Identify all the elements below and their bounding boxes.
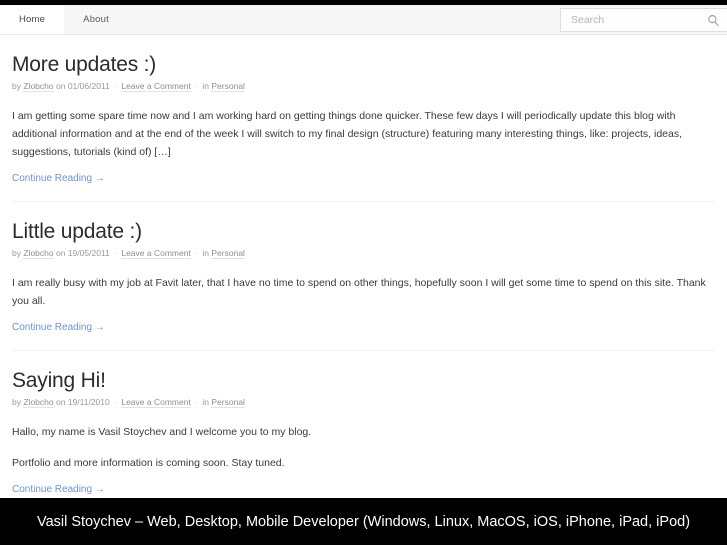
site-footer: Vasil Stoychev – Web, Desktop, Mobile De… <box>0 498 727 545</box>
search-icon[interactable] <box>706 13 720 27</box>
search-box[interactable] <box>560 8 727 32</box>
post-category-link[interactable]: Personal <box>211 397 245 409</box>
post-category-link[interactable]: Personal <box>211 81 245 93</box>
meta-separator: · <box>195 397 199 408</box>
post-date: 19/11/2010 <box>67 397 110 408</box>
post-comments-link[interactable]: Leave a Comment <box>121 397 191 409</box>
post-date: 19/05/2011 <box>67 248 110 259</box>
post-category-link[interactable]: Personal <box>211 248 245 260</box>
nav-item-home-label: Home <box>19 14 46 25</box>
post-title[interactable]: More updates :) <box>12 53 715 77</box>
nav-item-about-label: About <box>83 14 109 25</box>
post-comments-link[interactable]: Leave a Comment <box>121 81 191 93</box>
post-meta-by-label: by <box>12 81 21 92</box>
post-meta: by Zlobcho on 01/06/2011 · Leave a Comme… <box>12 81 715 93</box>
post-title[interactable]: Saying Hi! <box>12 369 715 393</box>
post-meta-on-label: on <box>55 81 66 92</box>
continue-reading-link[interactable]: Continue Reading → <box>12 484 105 495</box>
post-meta-in-label: in <box>202 248 210 259</box>
nav-item-about[interactable]: About <box>64 5 128 34</box>
site-header: Home About <box>0 5 727 35</box>
post-meta-by-label: by <box>12 248 21 259</box>
post-body: I am really busy with my job at Favit la… <box>12 274 715 310</box>
post-body: Hallo, my name is Vasil Stoychev and I w… <box>12 423 715 472</box>
post-title[interactable]: Little update :) <box>12 220 715 244</box>
meta-separator: · <box>195 248 199 259</box>
meta-separator: · <box>114 397 117 408</box>
footer-credit-text: Vasil Stoychev – Web, Desktop, Mobile De… <box>36 513 691 530</box>
post-author-link[interactable]: Zlobcho <box>23 248 54 260</box>
continue-reading-link[interactable]: Continue Reading → <box>12 322 105 333</box>
post-paragraph: Hallo, my name is Vasil Stoychev and I w… <box>12 426 312 439</box>
post-comments-link[interactable]: Leave a Comment <box>121 248 191 260</box>
post-item: More updates :) by Zlobcho on 01/06/2011… <box>12 35 715 203</box>
meta-separator: · <box>114 81 117 92</box>
main-navigation: Home About <box>0 5 128 34</box>
post-body: I am getting some spare time now and I a… <box>12 107 715 161</box>
post-list: More updates :) by Zlobcho on 01/06/2011… <box>0 35 727 514</box>
post-meta-in-label: in <box>202 81 210 92</box>
post-date: 01/06/2011 <box>67 81 110 92</box>
post-meta: by Zlobcho on 19/11/2010 · Leave a Comme… <box>12 397 715 409</box>
post-item: Saying Hi! by Zlobcho on 19/11/2010 · Le… <box>12 351 715 514</box>
post-meta-on-label: on <box>55 248 66 259</box>
post-paragraph: Portfolio and more information is coming… <box>12 457 285 470</box>
search-container <box>560 8 727 32</box>
post-paragraph: I am really busy with my job at Favit la… <box>12 277 706 308</box>
nav-item-home[interactable]: Home <box>0 5 65 34</box>
search-input[interactable] <box>571 9 706 31</box>
post-paragraph: I am getting some spare time now and I a… <box>12 110 683 159</box>
post-item: Little update :) by Zlobcho on 19/05/201… <box>12 202 715 352</box>
post-meta-on-label: on <box>55 397 66 408</box>
post-author-link[interactable]: Zlobcho <box>23 81 54 93</box>
post-meta-in-label: in <box>202 397 210 408</box>
post-author-link[interactable]: Zlobcho <box>23 397 54 409</box>
meta-separator: · <box>114 248 117 259</box>
post-meta-by-label: by <box>12 397 21 408</box>
continue-reading-link[interactable]: Continue Reading → <box>12 173 105 184</box>
meta-separator: · <box>195 81 199 92</box>
post-meta: by Zlobcho on 19/05/2011 · Leave a Comme… <box>12 248 715 260</box>
